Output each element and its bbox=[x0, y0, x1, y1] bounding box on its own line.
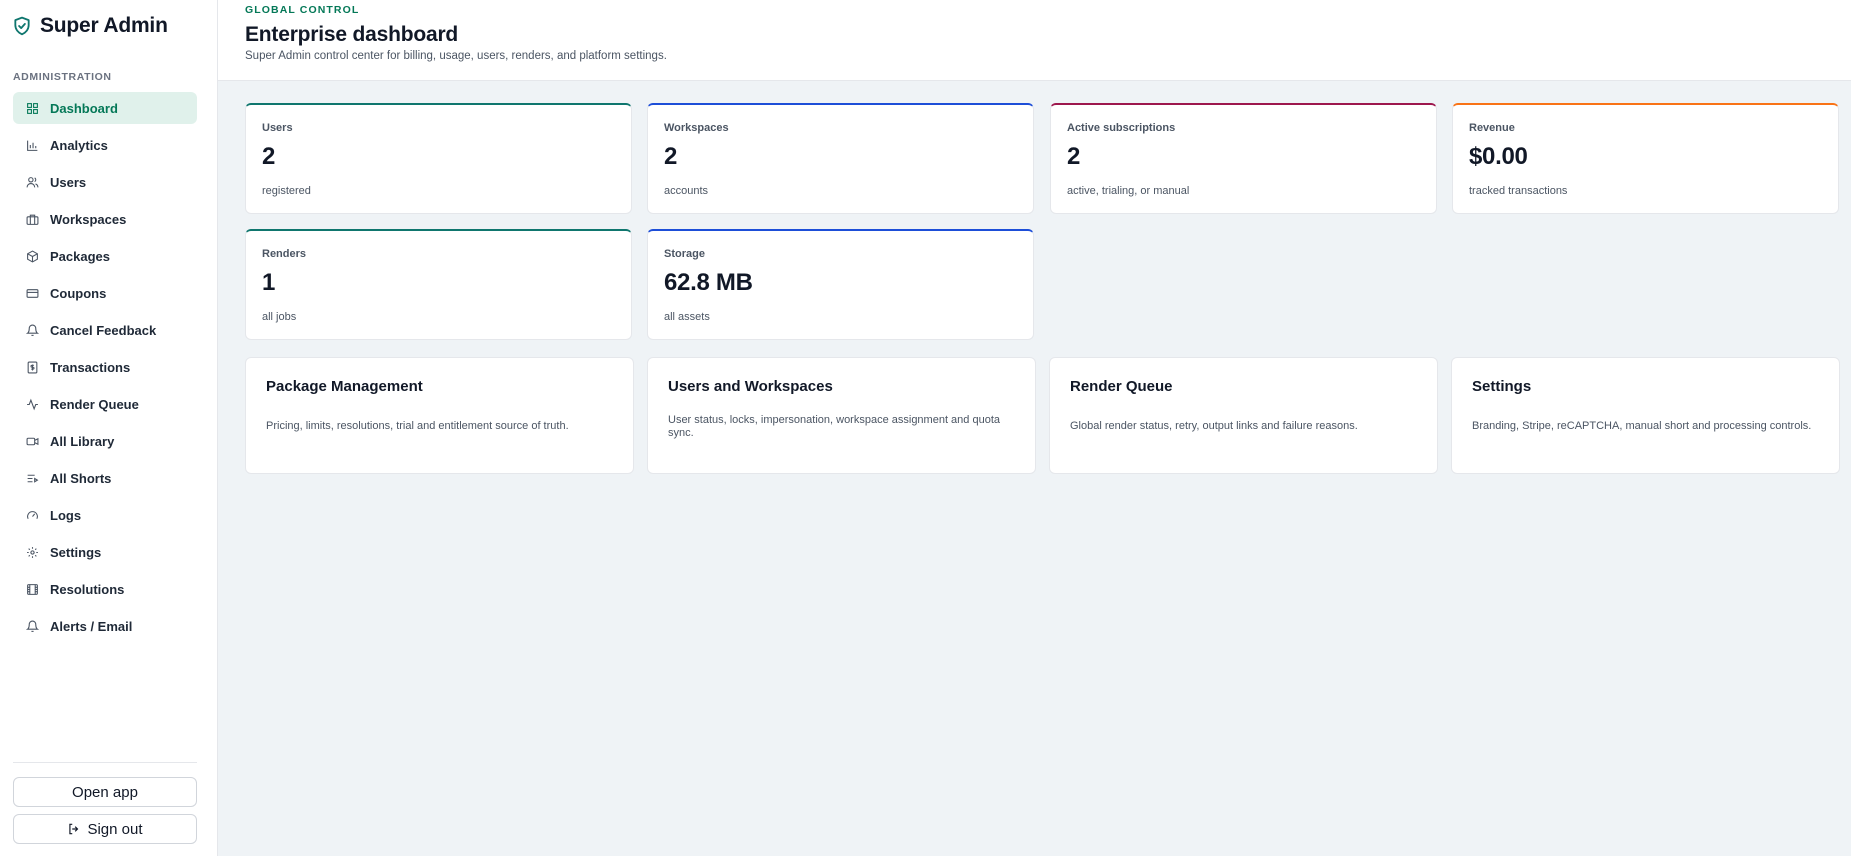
gauge-icon bbox=[24, 507, 40, 523]
bar-chart-icon bbox=[24, 137, 40, 153]
card-settings[interactable]: Settings Branding, Stripe, reCAPTCHA, ma… bbox=[1451, 357, 1840, 474]
sidebar-item-settings[interactable]: Settings bbox=[13, 536, 197, 568]
stat-card-active-subscriptions: Active subscriptions 2 active, trialing,… bbox=[1050, 103, 1437, 214]
card-package-management[interactable]: Package Management Pricing, limits, reso… bbox=[245, 357, 634, 474]
stat-value: 62.8 MB bbox=[664, 269, 753, 296]
page-header: GLOBAL CONTROL Enterprise dashboard Supe… bbox=[218, 0, 1851, 81]
sidebar-nav: Dashboard Analytics Users Workspaces Pac… bbox=[13, 92, 197, 647]
sidebar-item-all-library[interactable]: All Library bbox=[13, 425, 197, 457]
sidebar-item-label: Render Queue bbox=[50, 396, 139, 412]
card-users-and-workspaces[interactable]: Users and Workspaces User status, locks,… bbox=[647, 357, 1036, 474]
sidebar-item-label: Workspaces bbox=[50, 211, 127, 227]
stat-card-workspaces: Workspaces 2 accounts bbox=[647, 103, 1034, 214]
sidebar-footer: Open app Sign out bbox=[13, 762, 197, 851]
sidebar-item-transactions[interactable]: Transactions bbox=[13, 351, 197, 383]
sidebar-item-resolutions[interactable]: Resolutions bbox=[13, 573, 197, 605]
card-render-queue[interactable]: Render Queue Global render status, retry… bbox=[1049, 357, 1438, 474]
gear-icon bbox=[24, 544, 40, 560]
layout-grid-icon bbox=[24, 100, 40, 116]
credit-card-icon bbox=[24, 285, 40, 301]
sidebar-item-label: All Shorts bbox=[50, 470, 112, 486]
sidebar-item-all-shorts[interactable]: All Shorts bbox=[13, 462, 197, 494]
brand[interactable]: Super Admin bbox=[12, 14, 168, 38]
sidebar-item-label: Packages bbox=[50, 248, 110, 264]
stat-label: Renders bbox=[262, 248, 307, 260]
open-app-label: Open app bbox=[72, 783, 138, 801]
sidebar-item-dashboard[interactable]: Dashboard bbox=[13, 92, 197, 124]
stat-label: Storage bbox=[664, 248, 705, 260]
sidebar-item-label: Cancel Feedback bbox=[50, 322, 157, 338]
stat-label: Workspaces bbox=[664, 122, 729, 134]
sidebar-item-logs[interactable]: Logs bbox=[13, 499, 197, 531]
bell-icon bbox=[24, 322, 40, 338]
card-title: Render Queue bbox=[1070, 378, 1173, 395]
list-video-icon bbox=[24, 470, 40, 486]
film-icon bbox=[24, 581, 40, 597]
sidebar-item-render-queue[interactable]: Render Queue bbox=[13, 388, 197, 420]
card-description: Pricing, limits, resolutions, trial and … bbox=[266, 420, 569, 432]
log-out-icon bbox=[67, 822, 81, 836]
page-title: Enterprise dashboard bbox=[245, 23, 459, 46]
sidebar-item-label: All Library bbox=[50, 433, 115, 449]
sidebar-item-analytics[interactable]: Analytics bbox=[13, 129, 197, 161]
stat-card-storage: Storage 62.8 MB all assets bbox=[647, 229, 1034, 340]
package-icon bbox=[24, 248, 40, 264]
stat-note: tracked transactions bbox=[1469, 185, 1568, 197]
sign-out-label: Sign out bbox=[87, 820, 143, 838]
sidebar-item-users[interactable]: Users bbox=[13, 166, 197, 198]
stat-note: active, trialing, or manual bbox=[1067, 185, 1190, 197]
sidebar-item-packages[interactable]: Packages bbox=[13, 240, 197, 272]
card-title: Users and Workspaces bbox=[668, 378, 833, 395]
stat-note: registered bbox=[262, 185, 311, 197]
activity-icon bbox=[24, 396, 40, 412]
card-description: Branding, Stripe, reCAPTCHA, manual shor… bbox=[1472, 420, 1812, 432]
card-title: Package Management bbox=[266, 378, 423, 395]
sidebar-item-label: Coupons bbox=[50, 285, 107, 301]
sidebar-item-coupons[interactable]: Coupons bbox=[13, 277, 197, 309]
briefcase-icon bbox=[24, 211, 40, 227]
sidebar-item-cancel-feedback[interactable]: Cancel Feedback bbox=[13, 314, 197, 346]
sidebar-item-alerts-email[interactable]: Alerts / Email bbox=[13, 610, 197, 642]
receipt-dollar-icon bbox=[24, 359, 40, 375]
sidebar-item-label: Settings bbox=[50, 544, 102, 560]
stat-label: Revenue bbox=[1469, 122, 1515, 134]
stat-value: 2 bbox=[262, 143, 276, 170]
open-app-button[interactable]: Open app bbox=[13, 777, 197, 807]
sidebar-item-label: Alerts / Email bbox=[50, 618, 133, 634]
stat-value: 2 bbox=[1067, 143, 1081, 170]
sidebar-item-workspaces[interactable]: Workspaces bbox=[13, 203, 197, 235]
card-title: Settings bbox=[1472, 378, 1532, 395]
card-description: User status, locks, impersonation, works… bbox=[668, 414, 1000, 439]
sidebar: Super Admin ADMINISTRATION Dashboard Ana… bbox=[0, 0, 218, 856]
stat-note: all jobs bbox=[262, 311, 297, 323]
stat-label: Active subscriptions bbox=[1067, 122, 1176, 134]
video-icon bbox=[24, 433, 40, 449]
sidebar-item-label: Analytics bbox=[50, 137, 108, 153]
page-eyebrow: GLOBAL CONTROL bbox=[245, 4, 360, 16]
stat-value: 1 bbox=[262, 269, 276, 296]
card-description: Global render status, retry, output link… bbox=[1070, 420, 1358, 432]
shield-check-icon bbox=[12, 16, 32, 36]
sidebar-item-label: Resolutions bbox=[50, 581, 125, 597]
sidebar-item-label: Transactions bbox=[50, 359, 131, 375]
page-subtitle: Super Admin control center for billing, … bbox=[245, 50, 667, 62]
bell-icon bbox=[24, 618, 40, 634]
stat-note: accounts bbox=[664, 185, 709, 197]
users-icon bbox=[24, 174, 40, 190]
stat-value: $0.00 bbox=[1469, 143, 1528, 170]
sidebar-item-label: Dashboard bbox=[50, 100, 118, 116]
brand-name: Super Admin bbox=[40, 14, 168, 37]
sign-out-button[interactable]: Sign out bbox=[13, 814, 197, 844]
stat-value: 2 bbox=[664, 143, 678, 170]
stat-note: all assets bbox=[664, 311, 710, 323]
stat-label: Users bbox=[262, 122, 293, 134]
nav-section-label: ADMINISTRATION bbox=[13, 71, 112, 83]
sidebar-item-label: Logs bbox=[50, 507, 82, 523]
stat-card-renders: Renders 1 all jobs bbox=[245, 229, 632, 340]
sidebar-item-label: Users bbox=[50, 174, 87, 190]
stat-card-users: Users 2 registered bbox=[245, 103, 632, 214]
stat-card-revenue: Revenue $0.00 tracked transactions bbox=[1452, 103, 1839, 214]
